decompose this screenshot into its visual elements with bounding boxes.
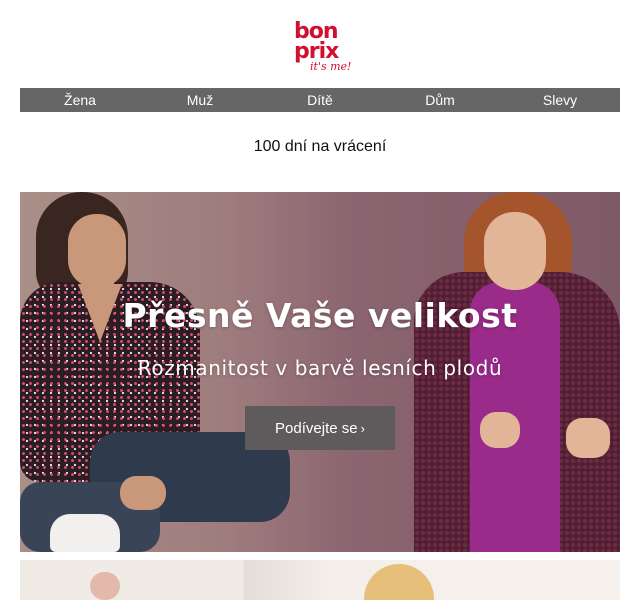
next-banner-preview[interactable] — [20, 560, 620, 600]
logo-tagline: it's me! — [310, 60, 352, 73]
main-nav: Žena Muž Dítě Dům Slevy — [20, 88, 620, 112]
model-right-face — [484, 212, 546, 290]
nav-item-muz[interactable]: Muž — [140, 92, 260, 108]
nav-item-slevy[interactable]: Slevy — [500, 92, 620, 108]
next-banner-decoration — [90, 572, 120, 600]
next-banner-model — [364, 564, 434, 600]
model-left-hands — [120, 476, 166, 510]
model-left-face — [68, 214, 126, 288]
bonprix-logo[interactable]: bon prix it's me! — [286, 18, 356, 78]
hero-title: Přesně Vaše velikost — [122, 296, 518, 335]
returns-notice[interactable]: 100 dní na vrácení — [0, 138, 640, 156]
hero-banner[interactable]: Přesně Vaše velikost Rozmanitost v barvě… — [20, 192, 620, 552]
nav-item-dite[interactable]: Dítě — [260, 92, 380, 108]
email-header: bon prix it's me! — [0, 0, 640, 88]
hero-cta-label: Podívejte se — [275, 419, 358, 437]
chevron-right-icon: › — [360, 420, 365, 436]
nav-item-zena[interactable]: Žena — [20, 92, 140, 108]
model-right-hand-left — [480, 412, 520, 448]
hero-cta-button[interactable]: Podívejte se › — [245, 406, 395, 450]
model-right-hand-right — [566, 418, 610, 458]
nav-item-dum[interactable]: Dům — [380, 92, 500, 108]
model-left-sneaker — [50, 514, 120, 552]
hero-subtitle: Rozmanitost v barvě lesních plodů — [137, 356, 503, 380]
logo-line-prix: prix — [294, 39, 339, 64]
